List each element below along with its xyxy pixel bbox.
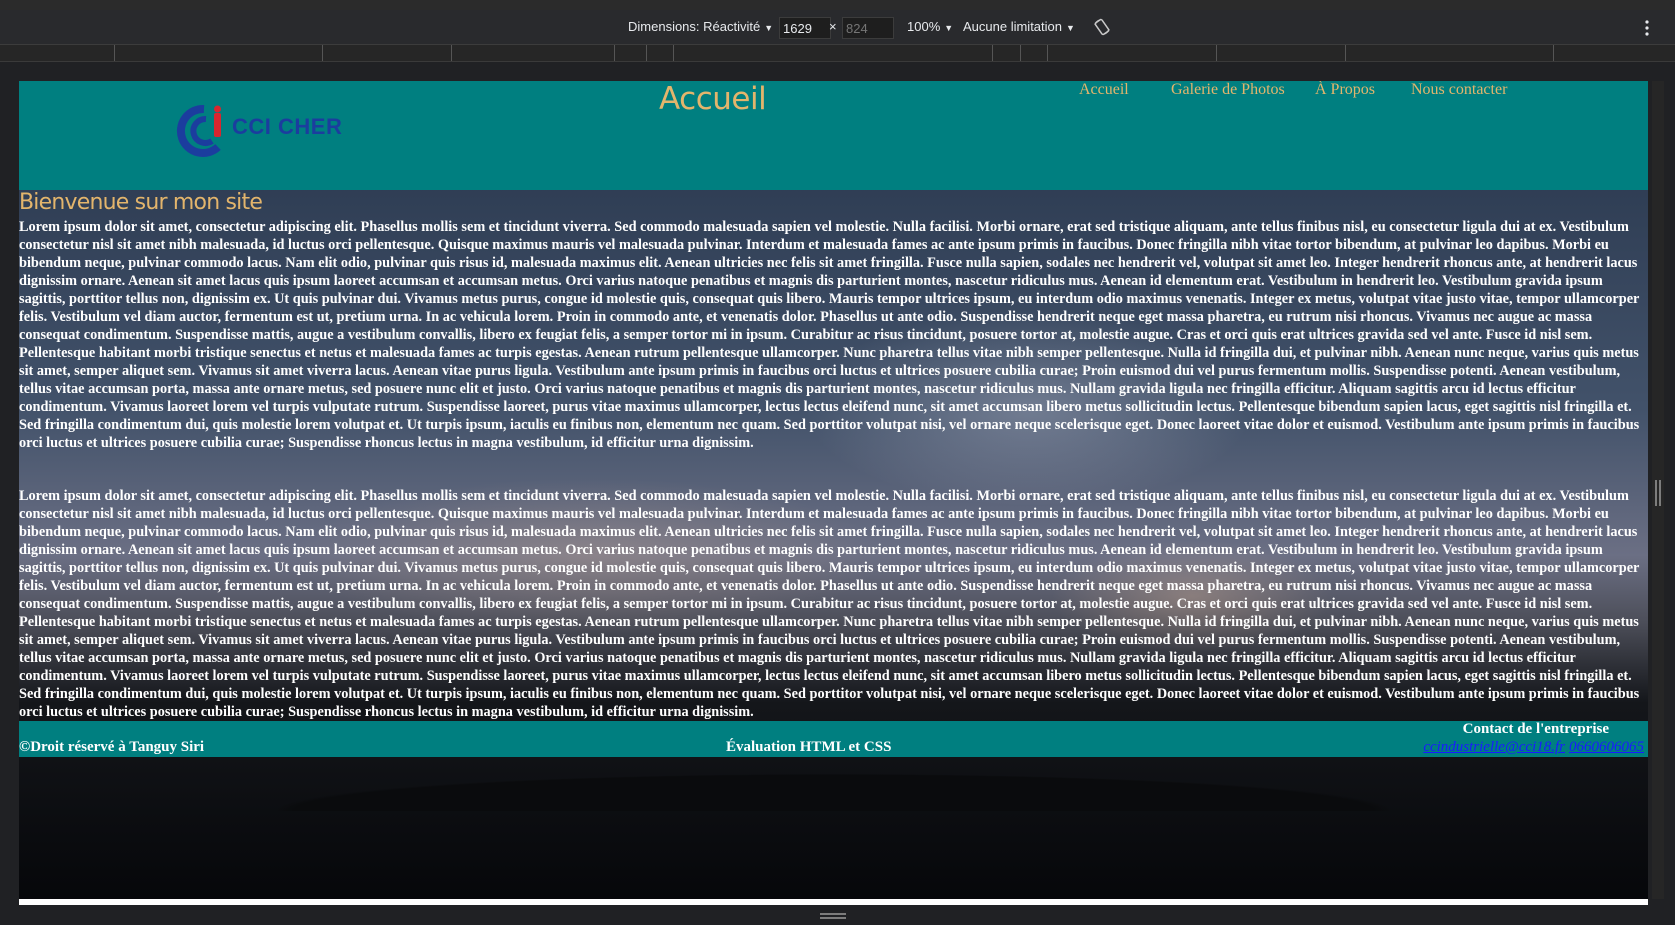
browser-top-strip xyxy=(0,0,1675,10)
lorem-paragraph-1: Lorem ipsum dolor sit amet, consectetur … xyxy=(19,219,1640,451)
copyright-text: ©Droit réservé à Tanguy Siri xyxy=(19,739,205,755)
logo-text: CCI CHER xyxy=(232,114,343,139)
nav-link-accueil[interactable]: Accueil xyxy=(1079,81,1129,99)
zoom-dropdown[interactable]: 100% ▼ xyxy=(907,19,953,34)
times-sign: × xyxy=(829,19,837,34)
dropdown-caret-icon: ▼ xyxy=(944,23,954,33)
nav-link-contact[interactable]: Nous contacter xyxy=(1411,81,1507,99)
device-toolbar: Dimensions: Réactivité▼ × 100%▼ Aucune l… xyxy=(0,10,1675,45)
side-resize-handle-icon[interactable] xyxy=(1654,480,1662,506)
welcome-heading: Bienvenue sur mon site xyxy=(19,190,263,215)
resize-handle-icon[interactable] xyxy=(820,912,846,920)
nav-link-galerie[interactable]: Galerie de Photos xyxy=(1171,81,1285,99)
viewport-bottom-border xyxy=(19,899,1648,905)
nav-link-a-propos[interactable]: À Propos xyxy=(1315,81,1375,99)
media-query-ruler xyxy=(0,45,1675,62)
site-header: CCI CHER Accueil Accueil Galerie de Phot… xyxy=(19,81,1648,190)
width-input[interactable] xyxy=(779,17,831,39)
more-vertical-icon[interactable] xyxy=(1641,19,1653,37)
height-input[interactable] xyxy=(842,17,894,39)
contact-email: ccindustrielle@cci18.fr xyxy=(1423,739,1565,755)
site-footer: ©Droit réservé à Tanguy Siri Évaluation … xyxy=(19,721,1648,757)
lorem-paragraph-2: Lorem ipsum dolor sit amet, consectetur … xyxy=(19,488,1640,720)
dropdown-caret-icon: ▼ xyxy=(764,23,774,33)
throttling-label: Aucune limitation xyxy=(963,19,1062,34)
zoom-label: 100% xyxy=(907,19,941,34)
contact-title: Contact de l'entreprise xyxy=(1462,721,1609,737)
contact-email-link[interactable]: ccindustrielle@cci18.fr 0660606065 xyxy=(1423,739,1648,756)
dimensions-label: Dimensions: Réactivité xyxy=(628,19,761,34)
throttling-dropdown[interactable]: Aucune limitation ▼ xyxy=(963,19,1075,34)
main-content: Bienvenue sur mon site Lorem ipsum dolor… xyxy=(19,190,1648,720)
rotate-icon[interactable] xyxy=(1092,17,1112,37)
dropdown-caret-icon: ▼ xyxy=(1066,23,1075,33)
dimensions-dropdown[interactable]: Dimensions: Réactivité ▼ xyxy=(628,19,773,34)
page-title: Accueil xyxy=(659,81,767,117)
emulated-viewport: CCI CHER Accueil Accueil Galerie de Phot… xyxy=(19,81,1648,899)
contact-phone: 0660606065 xyxy=(1569,739,1644,755)
evaluation-text: Évaluation HTML et CSS xyxy=(726,739,892,755)
